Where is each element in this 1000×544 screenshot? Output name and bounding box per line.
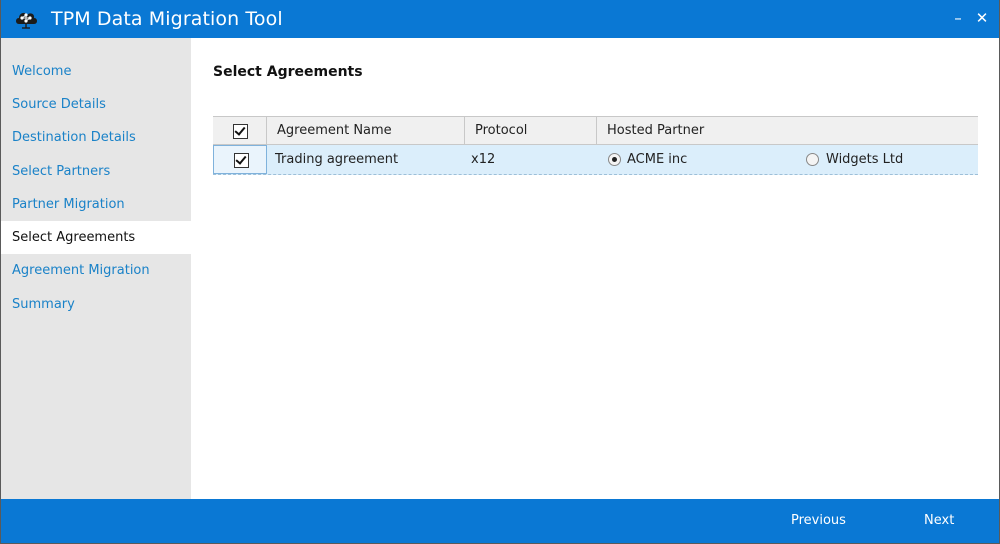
select-all-checkbox[interactable] xyxy=(233,124,248,139)
hosted-partner-radio-widgets[interactable] xyxy=(806,153,819,166)
network-cloud-icon xyxy=(16,12,37,29)
hosted-partner-label-acme[interactable]: ACME inc xyxy=(627,145,687,174)
previous-button[interactable]: Previous xyxy=(791,513,846,528)
sidebar-item-destination-details[interactable]: Destination Details xyxy=(1,121,191,154)
column-header-hosted-partner[interactable]: Hosted Partner xyxy=(597,117,978,144)
page-title: Select Agreements xyxy=(213,64,363,80)
sidebar-item-select-partners[interactable]: Select Partners xyxy=(1,155,191,188)
sidebar-item-partner-migration[interactable]: Partner Migration xyxy=(1,188,191,221)
row-checkbox[interactable] xyxy=(234,153,249,168)
table-row[interactable]: Trading agreement x12 ACME inc Widgets L… xyxy=(213,145,978,175)
column-header-agreement-name[interactable]: Agreement Name xyxy=(267,117,465,144)
wizard-sidebar: Welcome Source Details Destination Detai… xyxy=(1,38,191,499)
sidebar-item-source-details[interactable]: Source Details xyxy=(1,88,191,121)
close-button[interactable]: ✕ xyxy=(973,9,991,27)
sidebar-item-summary[interactable]: Summary xyxy=(1,288,191,321)
main-content: Select Agreements Agreement Name Protoco… xyxy=(191,38,999,499)
select-all-header-cell xyxy=(213,117,267,144)
minimize-button[interactable]: – xyxy=(949,9,967,27)
sidebar-item-agreement-migration[interactable]: Agreement Migration xyxy=(1,254,191,287)
wizard-footer: Previous Next xyxy=(1,499,999,543)
agreement-name-cell: Trading agreement xyxy=(275,152,399,167)
grid-header: Agreement Name Protocol Hosted Partner xyxy=(213,116,978,145)
title-bar: TPM Data Migration Tool – ✕ xyxy=(1,0,999,38)
column-header-protocol[interactable]: Protocol xyxy=(465,117,597,144)
hosted-partner-radio-acme[interactable] xyxy=(608,153,621,166)
sidebar-item-select-agreements[interactable]: Select Agreements xyxy=(1,221,191,254)
window-title: TPM Data Migration Tool xyxy=(51,8,283,30)
sidebar-item-welcome[interactable]: Welcome xyxy=(1,55,191,88)
app-window: TPM Data Migration Tool – ✕ Welcome Sour… xyxy=(0,0,1000,544)
protocol-cell: x12 xyxy=(471,152,496,167)
row-select-cell xyxy=(213,145,267,174)
hosted-partner-label-widgets[interactable]: Widgets Ltd xyxy=(826,145,903,174)
next-button[interactable]: Next xyxy=(924,513,954,528)
